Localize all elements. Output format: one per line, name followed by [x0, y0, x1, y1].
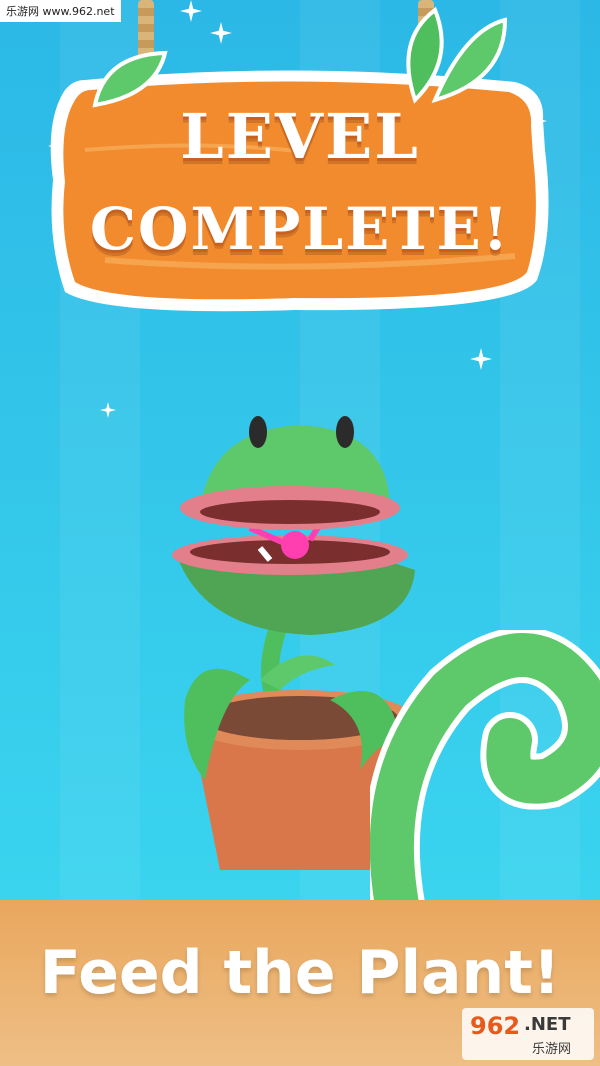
plant-eye	[336, 416, 354, 448]
level-complete-sign: LEVEL COMPLETE!	[45, 6, 555, 320]
caption-text: Feed the Plant!	[39, 938, 561, 1008]
logo-chinese: 乐游网	[532, 1042, 572, 1057]
game-scene: LEVEL COMPLETE! 乐游网 www.962.net	[0, 0, 600, 900]
leaf-icon	[406, 6, 508, 104]
sparkle-icon	[180, 0, 202, 22]
logo-suffix: .NET	[524, 1014, 571, 1035]
sign-title-line1: LEVEL	[180, 100, 420, 173]
logo-number: 962	[470, 1012, 521, 1040]
pink-stickman	[281, 531, 309, 559]
sign-title-line2: COMPLETE!	[89, 195, 511, 263]
sparkle-icon	[470, 348, 492, 370]
curly-vine	[370, 630, 600, 900]
sparkle-icon	[100, 402, 116, 418]
site-watermark: 乐游网 www.962.net	[0, 0, 121, 22]
site-logo: 962 .NET 乐游网	[462, 1008, 594, 1060]
caption-banner: Feed the Plant! 962 .NET 乐游网	[0, 900, 600, 1066]
plant-eye	[249, 416, 267, 448]
sparkle-icon	[210, 22, 232, 44]
